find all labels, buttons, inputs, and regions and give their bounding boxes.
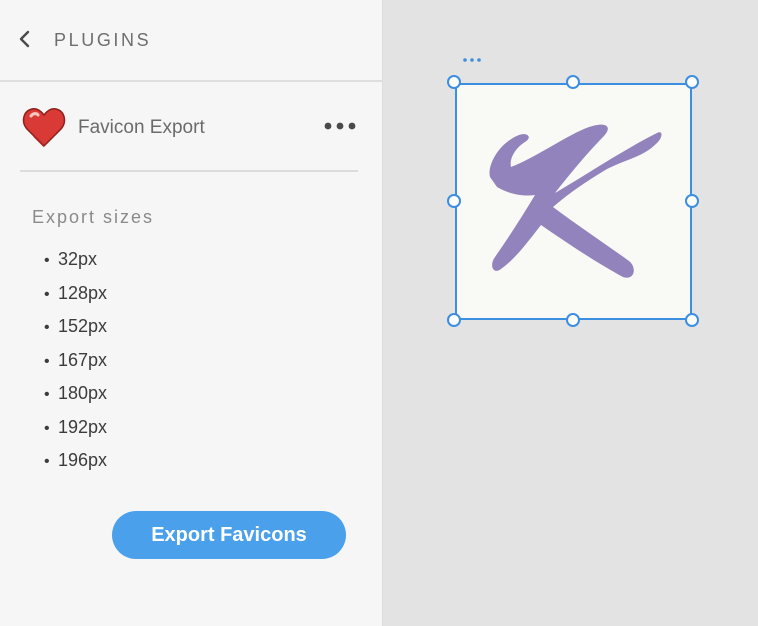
bullet: • xyxy=(44,453,50,470)
chevron-left-icon[interactable] xyxy=(16,28,36,50)
export-sizes-list: • 32px • 128px • 152px • 167px • 180px • 192px… xyxy=(44,246,107,481)
list-item: • 180px xyxy=(44,380,107,414)
size-label: 32px xyxy=(58,249,98,269)
size-label: 167px xyxy=(58,349,108,370)
export-favicons-button[interactable]: Export Favicons xyxy=(112,511,346,559)
resize-handle[interactable] xyxy=(566,313,580,327)
bullet: • xyxy=(44,419,50,437)
list-item: • 152px xyxy=(44,313,107,347)
size-label: 196px xyxy=(58,450,108,470)
size-label: 180px xyxy=(58,383,108,403)
plugins-panel: PLUGINS Favicon Export Export sizes • 32p… xyxy=(0,0,383,626)
plugin-row[interactable]: Favicon Export xyxy=(0,100,382,156)
list-item: • 196px xyxy=(44,447,107,481)
divider xyxy=(20,170,358,172)
size-label: 192px xyxy=(58,416,108,437)
resize-handle[interactable] xyxy=(685,313,699,327)
resize-handle[interactable] xyxy=(685,194,699,208)
resize-handle[interactable] xyxy=(447,313,461,327)
section-title: Export sizes xyxy=(32,207,155,227)
panel-title: PLUGINS xyxy=(54,30,152,50)
list-item: • 192px xyxy=(44,414,107,448)
heart-icon xyxy=(22,106,66,148)
panel-header: PLUGINS xyxy=(0,0,382,82)
resize-handle[interactable] xyxy=(447,75,461,89)
bullet: • xyxy=(44,285,50,303)
artboard[interactable] xyxy=(455,83,692,320)
list-item: • 128px xyxy=(44,280,107,314)
resize-handle[interactable] xyxy=(566,75,580,89)
resize-handle[interactable] xyxy=(447,194,461,208)
bullet: • xyxy=(44,252,50,269)
resize-handle[interactable] xyxy=(685,75,699,89)
ellipsis-icon[interactable] xyxy=(461,52,485,66)
size-label: 152px xyxy=(58,316,108,336)
list-item: • 167px xyxy=(44,347,107,381)
bullet: • xyxy=(44,386,50,403)
size-label: 128px xyxy=(58,282,108,303)
bullet: • xyxy=(44,319,50,336)
bullet: • xyxy=(44,352,50,370)
plugin-name: Favicon Export xyxy=(78,117,205,138)
k-logo xyxy=(489,124,662,278)
list-item: • 32px xyxy=(44,246,107,280)
more-horizontal-icon[interactable] xyxy=(320,116,360,136)
